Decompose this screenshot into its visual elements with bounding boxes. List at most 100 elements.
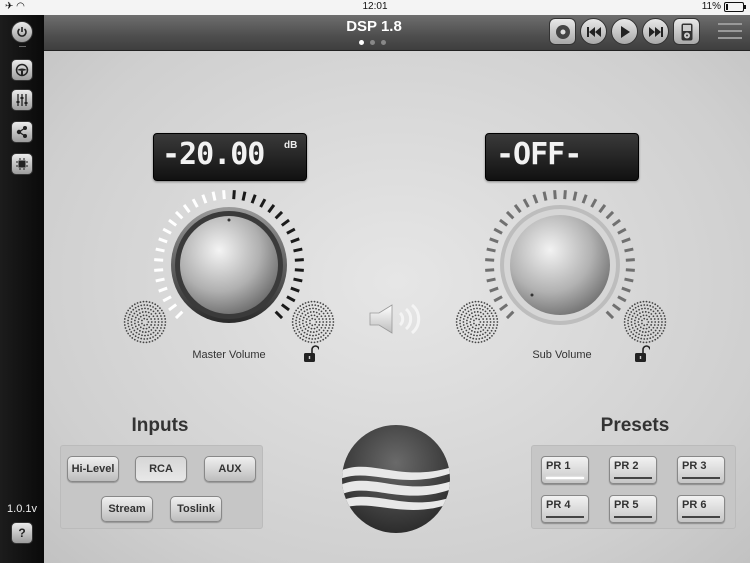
knob-tick [259,198,267,208]
knob-tick [293,277,303,283]
sidebar: 1.0.1v ? [0,15,44,563]
knob-tick [162,227,172,235]
master-volume-label: Master Volume [192,349,266,361]
battery-percent: 11% [701,1,721,12]
knob-tick [563,190,567,200]
knob-tick [611,303,621,312]
previous-icon[interactable] [580,18,607,45]
knob-tick [274,310,284,320]
knob-tick [590,198,598,208]
knob-tick [294,258,304,262]
knob-tick [572,191,578,201]
preset-1-button[interactable]: PR 1 [541,456,589,484]
knob-tick [505,310,515,320]
knob-tick [241,191,247,201]
status-bar: ✈ ◠ 12:01 11% [0,0,750,15]
presets-panel: PR 1 PR 2 PR 3 PR 4 PR 5 PR 6 [531,445,736,529]
knob-tick [513,204,522,214]
input-rca-button[interactable]: RCA [135,456,187,482]
knob-tick [280,303,290,312]
status-time: 12:01 [362,1,388,12]
master-volume-unit: dB [284,140,298,151]
inputs-panel: Hi-Level RCA AUX Stream Toslink [60,445,263,529]
ipod-icon[interactable] [673,18,700,45]
input-stream-button[interactable]: Stream [101,496,153,522]
input-toslink-button[interactable]: Toslink [170,496,222,522]
app-version: 1.0.1v [7,503,37,515]
knob-tick [155,277,165,283]
menu-icon[interactable] [718,23,742,44]
knob-tick [625,258,635,262]
page-dot[interactable] [370,40,375,45]
page-dot[interactable] [359,40,364,45]
brand-logo-icon [342,425,450,533]
input-hi-level-button[interactable]: Hi-Level [67,456,119,482]
share-nodes-icon[interactable] [11,121,33,143]
equalizer-sliders-icon[interactable] [11,89,33,111]
knob-tick [624,277,634,283]
knob-tick [486,247,496,253]
speaker-grille-icon [455,300,499,344]
knob-tick [286,227,296,235]
knob-tick [293,247,303,253]
knob-tick [581,194,588,204]
master-volume-knob[interactable] [149,185,309,345]
knob-tick [621,237,631,244]
chip-icon[interactable] [11,153,33,175]
steering-wheel-icon[interactable] [11,59,33,81]
inputs-title: Inputs [131,415,189,436]
speaker-grille-icon [623,300,667,344]
knob-tick [280,218,290,227]
top-toolbar: DSP 1.8 [44,15,750,51]
presets-title: Presets [600,415,670,436]
master-volume-display: -20.00 dB [153,133,307,181]
knob-tick [499,218,509,227]
sub-lock-icon[interactable] [634,345,650,363]
knob-tick [290,286,300,293]
knob-tick [611,218,621,227]
sub-volume-value: -OFF- [496,137,582,172]
sub-volume-label: Sub Volume [532,349,592,361]
knob-tick [621,286,631,293]
master-lock-icon[interactable] [303,345,319,363]
knob-tick [158,237,168,244]
knob-tick [485,268,495,272]
knob-tick [168,218,178,227]
power-icon[interactable] [11,21,33,43]
knob-tick [625,268,635,272]
knob-tick [505,210,515,220]
knob-tick [617,227,627,235]
knob-tick [250,194,257,204]
preset-3-button[interactable]: PR 3 [677,456,725,484]
preset-2-button[interactable]: PR 2 [609,456,657,484]
preset-5-button[interactable]: PR 5 [609,495,657,523]
knob-tick [290,237,300,244]
preset-4-button[interactable]: PR 4 [541,495,589,523]
sub-volume-knob[interactable] [480,185,640,345]
knob-tick [486,277,496,283]
speaker-grille-icon [291,300,335,344]
knob-tick [605,310,615,320]
speaker-grille-icon [123,300,167,344]
knob-tick [605,210,615,220]
page-indicator[interactable] [359,40,386,45]
knob-tick [155,247,165,253]
knob-tick [493,227,503,235]
knob-tick [553,190,557,200]
master-volume-value: -20.00 [162,137,265,172]
next-icon[interactable] [642,18,669,45]
knob-tick [232,190,236,200]
page-dot[interactable] [381,40,386,45]
play-icon[interactable] [611,18,638,45]
knob-tick [211,191,217,201]
preset-6-button[interactable]: PR 6 [677,495,725,523]
help-button[interactable]: ? [11,522,33,544]
knob-tick [624,247,634,253]
knob-tick [598,204,607,214]
knob-tick [174,210,184,220]
battery-icon [724,1,746,12]
disc-icon[interactable] [549,18,576,45]
input-aux-button[interactable]: AUX [204,456,256,482]
knob-tick [294,268,304,272]
knob-tick [499,303,509,312]
